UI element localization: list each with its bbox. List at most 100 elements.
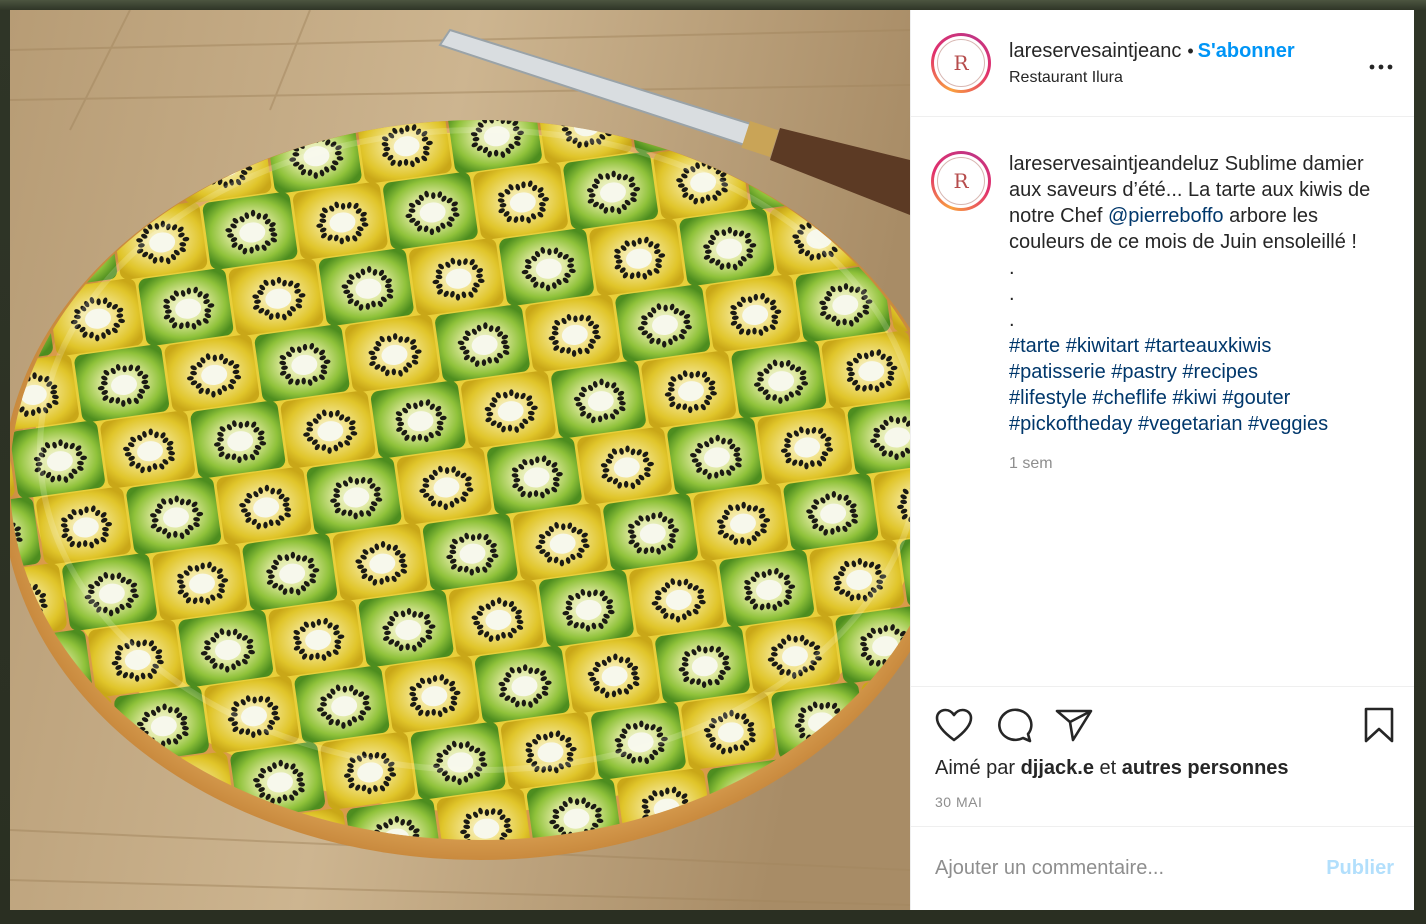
kiwi-slice — [757, 407, 853, 485]
kiwi-slice — [422, 513, 518, 591]
kiwi-slice — [693, 483, 788, 561]
kiwi-slice — [629, 559, 724, 637]
kiwi-slice — [216, 467, 312, 545]
heart-icon[interactable] — [935, 705, 977, 745]
caption-avatar[interactable]: R — [931, 151, 991, 211]
kiwi-slice — [667, 417, 762, 495]
comment-icon[interactable] — [995, 705, 1037, 745]
kiwi-slice — [589, 218, 684, 296]
kiwi-slice — [318, 248, 414, 326]
kiwi-slice — [280, 390, 376, 469]
hashtag-line[interactable]: #tarte #kiwitart #tarteauxkiwis — [1009, 333, 1394, 359]
liker-username-link[interactable]: djjack.e — [1021, 757, 1094, 779]
kiwi-slice — [473, 162, 568, 240]
avatar-logo: R — [937, 157, 985, 205]
kiwi-slice — [178, 609, 273, 687]
kiwi-slice — [474, 645, 570, 724]
post-side-panel: R lareservesaintjeanc • S'abonner Restau… — [910, 10, 1414, 910]
kiwi-slice — [551, 360, 646, 439]
kiwi-slice — [294, 665, 390, 744]
kiwi-slice — [358, 589, 454, 667]
comment-form: Publier — [911, 826, 1414, 910]
kiwi-slice — [745, 615, 840, 694]
comment-input[interactable] — [935, 857, 1327, 880]
separator-dot: • — [1187, 40, 1194, 61]
caption-timestamp[interactable]: 1 sem — [1009, 455, 1394, 473]
caption-text: lareservesaintjeandeluz Sublime damier a… — [1009, 151, 1394, 255]
kiwi-slice — [513, 503, 608, 581]
hashtag-line[interactable]: #pickoftheday #vegetarian #veggies — [1009, 411, 1394, 437]
kiwi-slice — [719, 549, 814, 627]
send-icon[interactable] — [1055, 705, 1097, 745]
kiwi-slice — [202, 192, 298, 270]
likes-middle: et — [1099, 757, 1117, 779]
caption-dot: . — [1009, 283, 1015, 305]
hashtag-line[interactable]: #lifestyle #cheflife #kiwi #gouter — [1009, 385, 1394, 411]
kiwi-slice — [525, 294, 620, 372]
caption-dot: . — [1009, 257, 1015, 279]
kiwi-slice — [152, 543, 247, 621]
kiwi-slice — [138, 268, 234, 346]
kiwi-slice — [370, 380, 466, 459]
kiwi-slice — [461, 370, 556, 449]
location-link[interactable]: Restaurant Ilura — [1009, 69, 1368, 87]
post-header: R lareservesaintjeanc • S'abonner Restau… — [911, 10, 1414, 117]
kiwi-slice — [332, 523, 428, 601]
kiwi-slice — [164, 334, 260, 412]
more-horizontal-icon[interactable] — [1368, 50, 1394, 76]
publish-button[interactable]: Publier — [1326, 857, 1394, 880]
follow-button[interactable]: S'abonner — [1198, 40, 1295, 63]
kiwi-slice — [383, 172, 478, 250]
kiwi-slice — [409, 238, 504, 316]
kiwi-slice — [655, 625, 750, 704]
kiwi-slice — [384, 655, 480, 734]
kiwi-slice — [306, 457, 402, 535]
kiwi-slice — [603, 493, 698, 571]
kiwi-slice — [487, 437, 582, 515]
kiwi-slice — [126, 477, 221, 555]
kiwi-slice — [500, 712, 596, 790]
post-modal: R lareservesaintjeanc • S'abonner Restau… — [10, 10, 1414, 910]
kiwi-slice — [190, 400, 286, 479]
kiwi-slice — [679, 208, 775, 286]
other-likers-link[interactable]: autres personnes — [1122, 757, 1289, 779]
kiwi-slice — [292, 182, 388, 260]
kiwi-slice — [847, 397, 910, 475]
kiwi-slice — [242, 533, 338, 611]
kiwi-slice — [731, 340, 827, 419]
caption-dot: . — [1009, 309, 1015, 331]
kiwi-slice — [100, 410, 195, 489]
kiwi-slice — [499, 228, 594, 306]
kiwi-slice — [809, 539, 905, 617]
kiwi-slice — [204, 675, 299, 754]
kiwi-slice — [88, 619, 183, 697]
avatar-logo: R — [937, 39, 985, 87]
actions-area: Aimé par djjack.e et autres personnes 30… — [911, 686, 1414, 826]
mention-link[interactable]: @pierreboffo — [1108, 205, 1224, 227]
kiwi-slice — [435, 304, 530, 382]
kiwi-slice — [10, 420, 105, 499]
kiwi-slice — [448, 579, 544, 657]
kiwi-slice — [320, 732, 416, 810]
likes-prefix: Aimé par — [935, 757, 1016, 779]
hashtag-line[interactable]: #patisserie #pastry #recipes — [1009, 359, 1394, 385]
kiwi-slice — [410, 722, 506, 800]
post-photo[interactable] — [10, 10, 910, 910]
kiwi-slice — [228, 258, 324, 336]
action-icons — [935, 705, 1394, 745]
kiwi-slice — [344, 314, 440, 392]
caption-username-link[interactable]: lareservesaintjeandeluz — [1009, 153, 1219, 175]
bookmark-icon[interactable] — [1360, 705, 1394, 745]
kiwi-slice — [268, 599, 364, 677]
post-date[interactable]: 30 MAI — [935, 794, 1394, 810]
kiwi-slice — [254, 324, 350, 402]
avatar[interactable]: R — [931, 33, 991, 93]
kiwi-slice — [396, 447, 492, 525]
header-username-link[interactable]: lareservesaintjeanc — [1009, 40, 1181, 63]
kiwi-slice — [641, 350, 736, 429]
kiwi-tart-image — [10, 10, 910, 910]
kiwi-slice — [565, 635, 660, 714]
kiwi-slice — [74, 344, 169, 422]
comments-section: R lareservesaintjeandeluz Sublime damier… — [911, 117, 1414, 686]
kiwi-slice — [563, 152, 658, 230]
